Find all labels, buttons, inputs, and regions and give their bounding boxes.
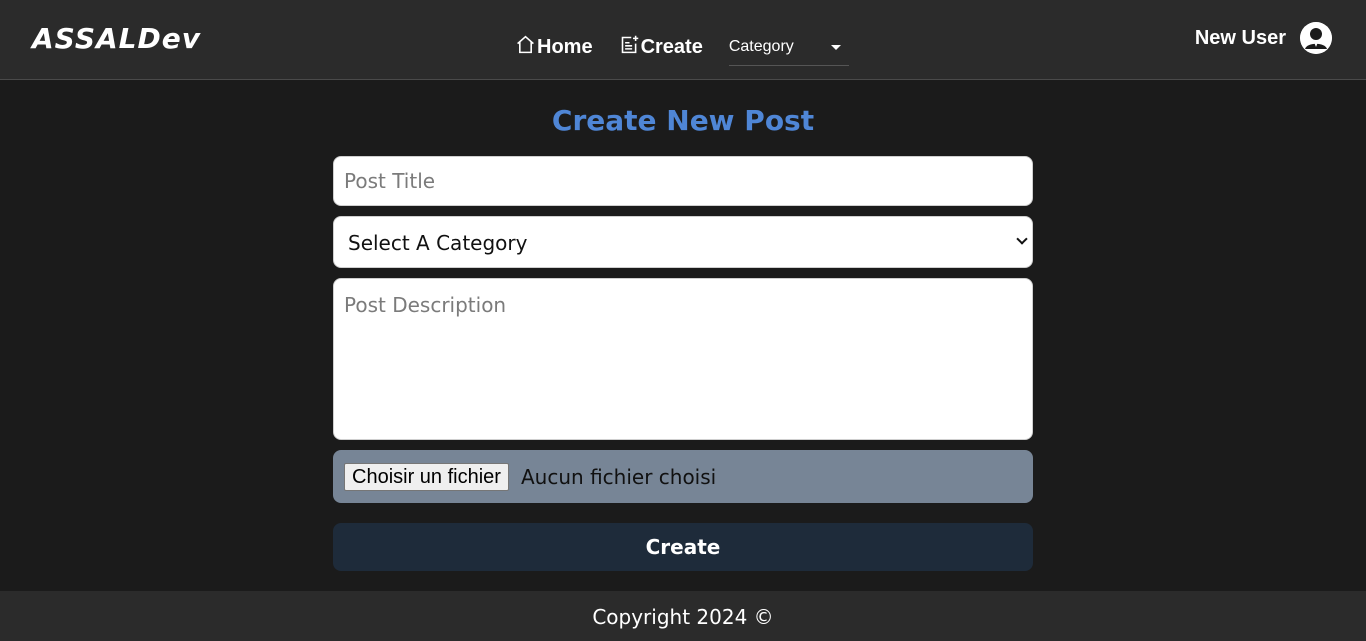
nav-home-label: Home — [537, 35, 593, 58]
post-description-textarea[interactable] — [333, 278, 1033, 440]
create-post-button[interactable]: Create — [333, 523, 1033, 571]
file-status-text: Aucun fichier choisi — [521, 465, 717, 489]
nav-create-label: Create — [640, 35, 703, 58]
file-upload-area: Choisir un fichier Aucun fichier choisi — [333, 450, 1033, 503]
nav-home-link[interactable]: Home — [515, 34, 593, 61]
top-navbar: ASSALDev Home Create Category New User — [0, 0, 1366, 80]
page-title: Create New Post — [551, 104, 815, 137]
user-name: New User — [1194, 26, 1286, 49]
category-dropdown-label: Category — [728, 38, 794, 55]
caret-down-icon — [830, 45, 841, 50]
category-dropdown[interactable]: Category — [728, 30, 849, 66]
category-select[interactable]: Select A Category — [333, 216, 1033, 268]
user-menu[interactable]: New User — [1195, 22, 1332, 54]
main-nav: Home Create Category — [515, 28, 849, 66]
note-add-icon — [619, 34, 641, 61]
chevron-down-icon — [1016, 233, 1028, 245]
nav-create-link[interactable]: Create — [619, 34, 703, 61]
post-title-input[interactable] — [333, 156, 1033, 206]
user-avatar-icon[interactable] — [1300, 22, 1332, 54]
site-logo[interactable]: ASSALDev — [32, 22, 201, 55]
copyright-text: Copyright 2024 © — [592, 605, 774, 629]
category-select-value: Select A Category — [348, 231, 528, 255]
footer: Copyright 2024 © — [0, 591, 1366, 641]
choose-file-button[interactable]: Choisir un fichier — [344, 463, 509, 491]
house-icon — [515, 34, 537, 61]
